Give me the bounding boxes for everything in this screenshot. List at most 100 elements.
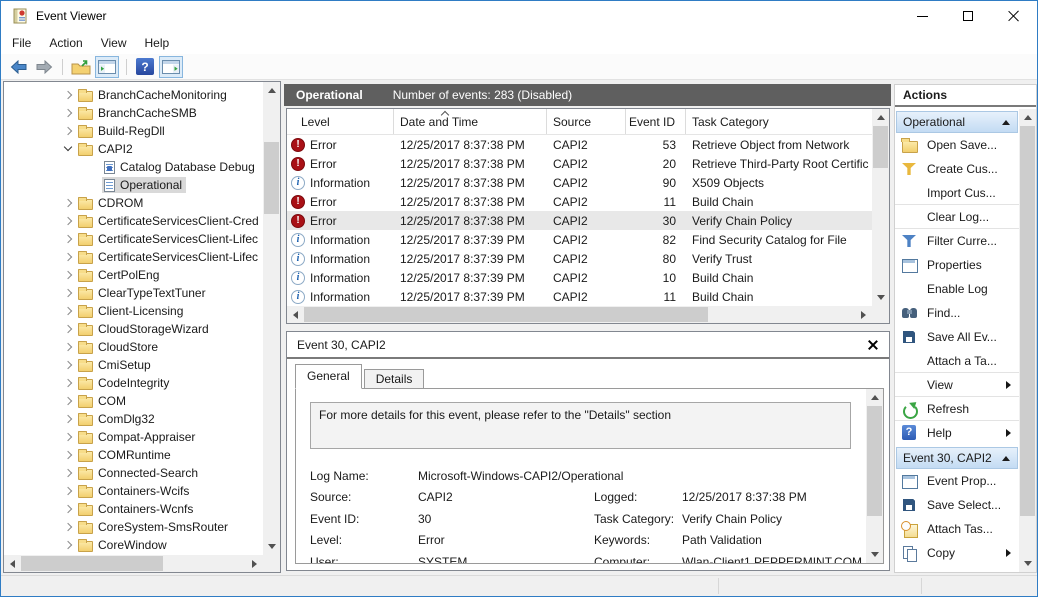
action-item[interactable]: Help bbox=[895, 421, 1019, 445]
tree-item[interactable]: Catalog Database Debug bbox=[4, 158, 263, 176]
chevron-icon[interactable] bbox=[62, 198, 76, 208]
console-tree-toggle-button[interactable] bbox=[95, 56, 119, 78]
actions-section-header-event[interactable]: Event 30, CAPI2 bbox=[896, 447, 1018, 469]
scroll-down-button[interactable] bbox=[866, 546, 883, 563]
actions-section-header-operational[interactable]: Operational bbox=[896, 111, 1018, 133]
action-item[interactable]: Save All Ev... bbox=[895, 325, 1019, 349]
chevron-icon[interactable] bbox=[62, 126, 76, 136]
action-item[interactable]: View bbox=[895, 373, 1019, 397]
maximize-button[interactable] bbox=[945, 1, 991, 31]
tree-item[interactable]: BranchCacheMonitoring bbox=[4, 86, 263, 104]
event-row[interactable]: Information 12/25/2017 8:37:39 PM CAPI2 … bbox=[287, 287, 872, 306]
menu-item[interactable]: Help bbox=[136, 33, 179, 53]
scroll-left-button[interactable] bbox=[287, 306, 304, 323]
menu-item[interactable]: View bbox=[92, 33, 136, 53]
chevron-icon[interactable] bbox=[62, 414, 76, 424]
chevron-icon[interactable] bbox=[62, 522, 76, 532]
chevron-icon[interactable] bbox=[62, 90, 76, 100]
chevron-icon[interactable] bbox=[62, 486, 76, 496]
close-detail-button[interactable] bbox=[865, 339, 879, 351]
action-item[interactable]: Filter Curre... bbox=[895, 229, 1019, 253]
scroll-down-button[interactable] bbox=[872, 289, 889, 306]
help-button[interactable] bbox=[134, 56, 156, 78]
scroll-up-button[interactable] bbox=[1019, 109, 1036, 126]
tree-item[interactable]: Containers-Wcnfs bbox=[4, 500, 263, 518]
tree-item[interactable]: CertPolEng bbox=[4, 266, 263, 284]
tree-item[interactable]: CertificateServicesClient-Cred bbox=[4, 212, 263, 230]
event-row[interactable]: Error 12/25/2017 8:37:38 PM CAPI2 11 Bui… bbox=[287, 192, 872, 211]
chevron-icon[interactable] bbox=[62, 324, 76, 334]
column-header[interactable]: Level bbox=[287, 109, 394, 134]
tree-item[interactable]: CmiSetup bbox=[4, 356, 263, 374]
action-item[interactable]: Create Cus... bbox=[895, 157, 1019, 181]
event-row[interactable]: Information 12/25/2017 8:37:39 PM CAPI2 … bbox=[287, 249, 872, 268]
column-header[interactable]: Date and Time bbox=[394, 109, 547, 134]
tree-item[interactable]: CertificateServicesClient-Lifec bbox=[4, 248, 263, 266]
action-item[interactable]: Properties bbox=[895, 253, 1019, 277]
action-item[interactable]: Clear Log... bbox=[895, 205, 1019, 229]
chevron-icon[interactable] bbox=[62, 450, 76, 460]
chevron-icon[interactable] bbox=[88, 162, 102, 172]
action-item[interactable]: Refresh bbox=[895, 397, 1019, 421]
event-row[interactable]: Error 12/25/2017 8:37:38 PM CAPI2 53 Ret… bbox=[287, 135, 872, 154]
event-row[interactable]: Error 12/25/2017 8:37:38 PM CAPI2 20 Ret… bbox=[287, 154, 872, 173]
tree-item[interactable]: ComDlg32 bbox=[4, 410, 263, 428]
tree-item[interactable]: Compat-Appraiser bbox=[4, 428, 263, 446]
tree-item[interactable]: CoreWindow bbox=[4, 536, 263, 554]
chevron-icon[interactable] bbox=[62, 288, 76, 298]
event-row[interactable]: Information 12/25/2017 8:37:39 PM CAPI2 … bbox=[287, 268, 872, 287]
chevron-icon[interactable] bbox=[62, 432, 76, 442]
tree-item[interactable]: Build-RegDll bbox=[4, 122, 263, 140]
tree-item[interactable]: CertificateServicesClient-Lifec bbox=[4, 230, 263, 248]
scroll-left-button[interactable] bbox=[4, 555, 21, 572]
detail-vertical-scrollbar[interactable] bbox=[866, 389, 883, 563]
action-item[interactable]: Open Save... bbox=[895, 133, 1019, 157]
scroll-up-button[interactable] bbox=[866, 389, 883, 406]
tree-item[interactable]: CoreSystem-SmsRouter bbox=[4, 518, 263, 536]
tree-item[interactable]: Client-Licensing bbox=[4, 302, 263, 320]
action-item[interactable]: Attach a Ta... bbox=[895, 349, 1019, 373]
action-pane-toggle-button[interactable] bbox=[159, 56, 183, 78]
action-item[interactable]: Save Select... bbox=[895, 493, 1019, 517]
chevron-icon[interactable] bbox=[62, 306, 76, 316]
action-item[interactable]: Enable Log bbox=[895, 277, 1019, 301]
tree-horizontal-scrollbar[interactable] bbox=[4, 555, 263, 572]
actions-vertical-scrollbar[interactable] bbox=[1019, 109, 1036, 572]
tree-item[interactable]: CloudStorageWizard bbox=[4, 320, 263, 338]
action-item[interactable]: Event Prop... bbox=[895, 469, 1019, 493]
action-item[interactable]: Copy bbox=[895, 541, 1019, 565]
chevron-icon[interactable] bbox=[62, 468, 76, 478]
scroll-right-button[interactable] bbox=[855, 306, 872, 323]
chevron-icon[interactable] bbox=[88, 180, 102, 190]
events-vertical-scrollbar[interactable] bbox=[872, 109, 889, 306]
scrollbar-thumb[interactable] bbox=[21, 556, 163, 571]
column-header[interactable]: Event ID bbox=[626, 109, 686, 134]
chevron-icon[interactable] bbox=[62, 396, 76, 406]
menu-item[interactable]: Action bbox=[40, 33, 91, 53]
chevron-icon[interactable] bbox=[62, 342, 76, 352]
chevron-icon[interactable] bbox=[62, 360, 76, 370]
tree-item[interactable]: COM bbox=[4, 392, 263, 410]
detail-tab[interactable]: Details bbox=[364, 369, 425, 389]
tree-item[interactable]: COMRuntime bbox=[4, 446, 263, 464]
tree-item[interactable]: CodeIntegrity bbox=[4, 374, 263, 392]
column-header[interactable]: Task Category bbox=[686, 109, 872, 134]
scroll-right-button[interactable] bbox=[246, 555, 263, 572]
chevron-icon[interactable] bbox=[62, 108, 76, 118]
close-button[interactable] bbox=[991, 1, 1037, 31]
scrollbar-thumb[interactable] bbox=[867, 406, 882, 516]
chevron-icon[interactable] bbox=[62, 504, 76, 514]
action-item[interactable]: Find... bbox=[895, 301, 1019, 325]
chevron-icon[interactable] bbox=[62, 540, 76, 550]
column-header[interactable]: Source bbox=[547, 109, 626, 134]
tree-item[interactable]: CloudStore bbox=[4, 338, 263, 356]
tree-item[interactable]: CDROM bbox=[4, 194, 263, 212]
scroll-up-button[interactable] bbox=[872, 109, 889, 126]
events-horizontal-scrollbar[interactable] bbox=[287, 306, 872, 323]
minimize-button[interactable] bbox=[899, 1, 945, 31]
tree-vertical-scrollbar[interactable] bbox=[263, 82, 280, 555]
scroll-down-button[interactable] bbox=[1019, 555, 1036, 572]
event-row[interactable]: Information 12/25/2017 8:37:39 PM CAPI2 … bbox=[287, 230, 872, 249]
action-item[interactable]: Attach Tas... bbox=[895, 517, 1019, 541]
chevron-icon[interactable] bbox=[62, 144, 76, 154]
